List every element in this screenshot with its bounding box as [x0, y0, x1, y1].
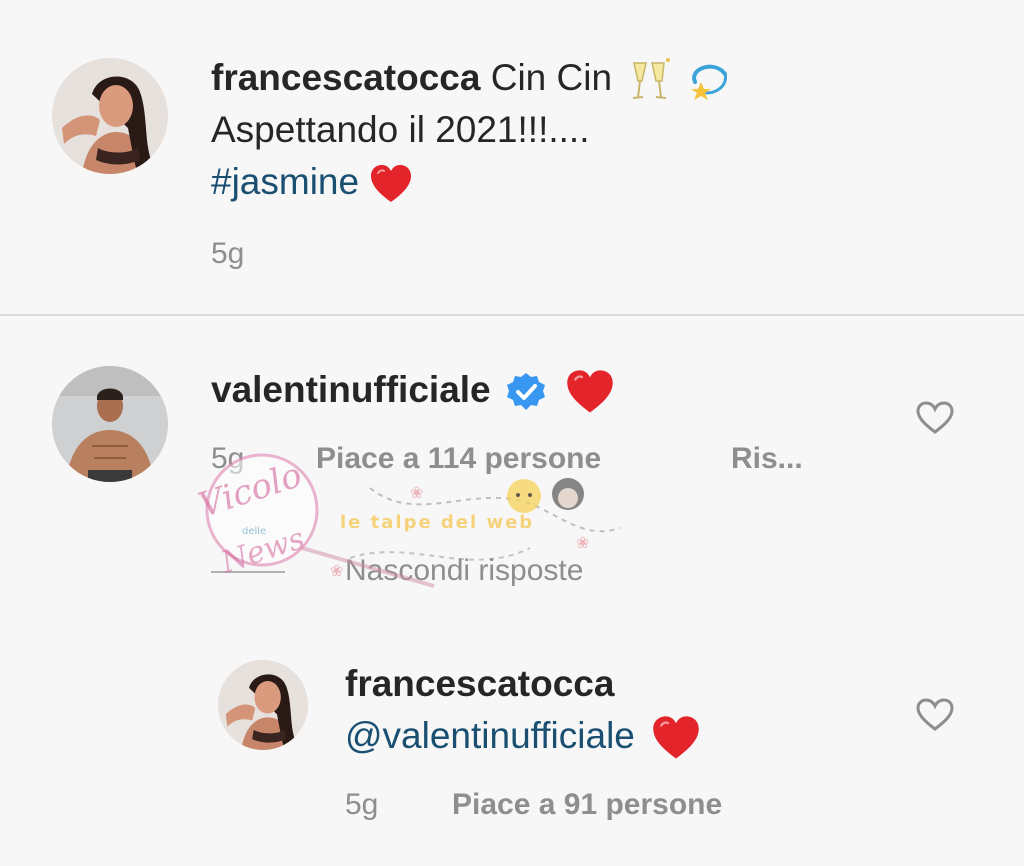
dizzy-star-icon: [685, 58, 731, 102]
avatar-valentinufficiale[interactable]: [52, 366, 168, 482]
reply-username[interactable]: francescatocca: [345, 663, 614, 704]
avatar-francescatocca[interactable]: [218, 660, 308, 750]
hide-replies-button[interactable]: Nascondi risposte: [345, 554, 583, 588]
comment-username[interactable]: valentinufficiale: [211, 369, 491, 410]
likes-count[interactable]: Piace a 91 persone: [452, 788, 722, 822]
reply-time: 5g: [345, 788, 379, 821]
like-heart-icon[interactable]: [916, 401, 954, 435]
svg-text:❀: ❀: [410, 485, 423, 502]
svg-text:delle: delle: [242, 526, 266, 537]
likes-count[interactable]: Piace a 114 persone: [316, 442, 601, 476]
svg-text:❀: ❀: [576, 535, 589, 552]
verified-badge-icon: [505, 371, 547, 413]
svg-text:le talpe del web: le talpe del web: [340, 512, 534, 533]
comment-time: 5g: [211, 237, 245, 270]
comment-time: 5g: [211, 442, 245, 475]
avatar-francescatocca[interactable]: [52, 58, 168, 174]
red-heart-icon: [369, 164, 413, 204]
divider: [0, 314, 1024, 316]
comment-text-line2: Aspettando il 2021!!!....: [211, 109, 590, 150]
hashtag-link[interactable]: #jasmine: [211, 161, 359, 202]
svg-text:❀: ❀: [330, 563, 343, 580]
comment-text: Cin Cin: [490, 57, 613, 98]
like-heart-icon[interactable]: [916, 698, 954, 732]
mention-link[interactable]: @valentinufficiale: [345, 715, 635, 756]
reply-button[interactable]: Ris...: [731, 442, 803, 476]
hide-replies-line: [211, 571, 285, 573]
comment-username[interactable]: francescatocca: [211, 57, 480, 98]
comment-body: francescatocca Cin Cin Aspettando il 202…: [211, 52, 851, 208]
red-heart-icon: [565, 369, 615, 415]
reply-body: francescatocca @valentinufficiale: [345, 658, 865, 762]
comment-header: valentinufficiale: [211, 364, 615, 416]
red-heart-icon: [651, 715, 701, 761]
clinking-glasses-icon: [628, 57, 672, 103]
